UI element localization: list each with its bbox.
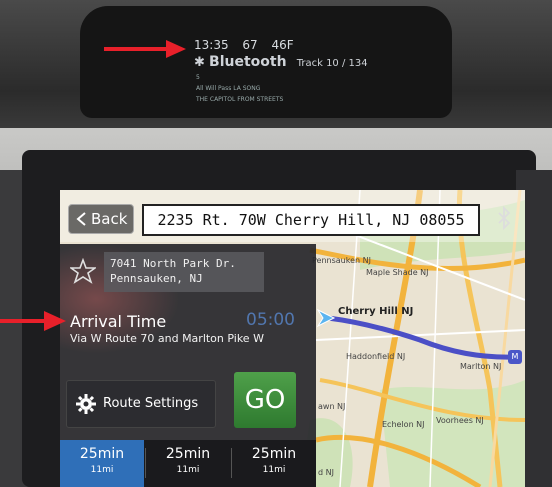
- route-option-time: 25min: [165, 446, 211, 462]
- cluster-value: 67: [242, 38, 258, 52]
- cluster-track: Track 10 / 134: [296, 58, 368, 69]
- route-settings-button[interactable]: Route Settings: [66, 380, 216, 428]
- map-label-haddonfield: Haddonfield NJ: [346, 352, 406, 361]
- cluster-media-line: ✱ Bluetooth Track 10 / 134: [194, 54, 368, 70]
- destination-city: Pennsauken, NJ: [110, 272, 203, 285]
- cluster-status-line: 13:35 67 46F: [194, 38, 304, 52]
- route-option-distance: 11mi: [90, 465, 114, 475]
- bluetooth-icon: ✱: [194, 55, 205, 70]
- destination-street: 7041 North Park Dr.: [110, 257, 236, 270]
- route-options: 25min 11mi 25min 11mi 25min 11mi: [60, 440, 316, 487]
- red-annotation-arrow: [0, 311, 66, 331]
- map-label-echelon: Echelon NJ: [382, 420, 425, 429]
- route-option-1[interactable]: 25min 11mi: [60, 440, 144, 487]
- cluster-clock: 13:35: [194, 38, 229, 52]
- address-overlay: 2235 Rt. 70W Cherry Hill, NJ 08055: [142, 204, 480, 236]
- position-arrow-icon: [316, 308, 336, 328]
- chevron-left-icon: [76, 212, 86, 226]
- map-label-maple-shade: Maple Shade NJ: [366, 268, 429, 277]
- route-option-distance: 11mi: [262, 465, 286, 475]
- route-option-time: 25min: [79, 446, 125, 462]
- map-label-marlton: Marlton NJ: [460, 362, 502, 371]
- route-option-2[interactable]: 25min 11mi: [146, 440, 230, 487]
- instrument-cluster-display: 13:35 67 46F ✱ Bluetooth Track 10 / 134 …: [188, 38, 388, 110]
- map-label-other: d NJ: [318, 468, 334, 477]
- route-settings-label: Route Settings: [103, 396, 199, 411]
- star-icon[interactable]: [70, 258, 96, 284]
- destination-pin-icon: M: [508, 350, 522, 364]
- navigation-screen: Pennsauken NJ Maple Shade NJ Cherry Hill…: [60, 190, 525, 487]
- map-label-cherry-hill: Cherry Hill NJ: [338, 306, 414, 317]
- gear-icon: [76, 394, 96, 414]
- map-label-pennsauken: Pennsauken NJ: [312, 256, 371, 265]
- cluster-temperature: 46F: [271, 38, 294, 52]
- go-button[interactable]: GO: [234, 372, 296, 428]
- cluster-line-3: 5: [196, 74, 200, 81]
- cluster-song: All Will Pass LA SONG: [196, 85, 261, 92]
- arrival-time-value: 05:00: [246, 310, 295, 330]
- bluetooth-icon: [498, 206, 511, 230]
- cluster-artist: THE CAPITOL FROM STREETS: [196, 96, 284, 103]
- destination-address: 7041 North Park Dr. Pennsauken, NJ: [104, 252, 264, 292]
- route-option-time: 25min: [251, 446, 297, 462]
- arrival-time-label: Arrival Time: [70, 312, 167, 331]
- route-panel: 7041 North Park Dr. Pennsauken, NJ Arriv…: [60, 244, 316, 487]
- red-annotation-arrow: [104, 40, 186, 58]
- back-button-label: Back: [91, 210, 128, 228]
- route-via-text: Via W Route 70 and Marlton Pike W: [70, 332, 264, 345]
- route-option-3[interactable]: 25min 11mi: [232, 440, 316, 487]
- cluster-source: Bluetooth: [209, 54, 287, 70]
- back-button[interactable]: Back: [68, 204, 134, 234]
- map-label-voorhees: Voorhees NJ: [436, 416, 484, 425]
- map-label-lawnside: awn NJ: [318, 402, 346, 411]
- route-option-distance: 11mi: [176, 465, 200, 475]
